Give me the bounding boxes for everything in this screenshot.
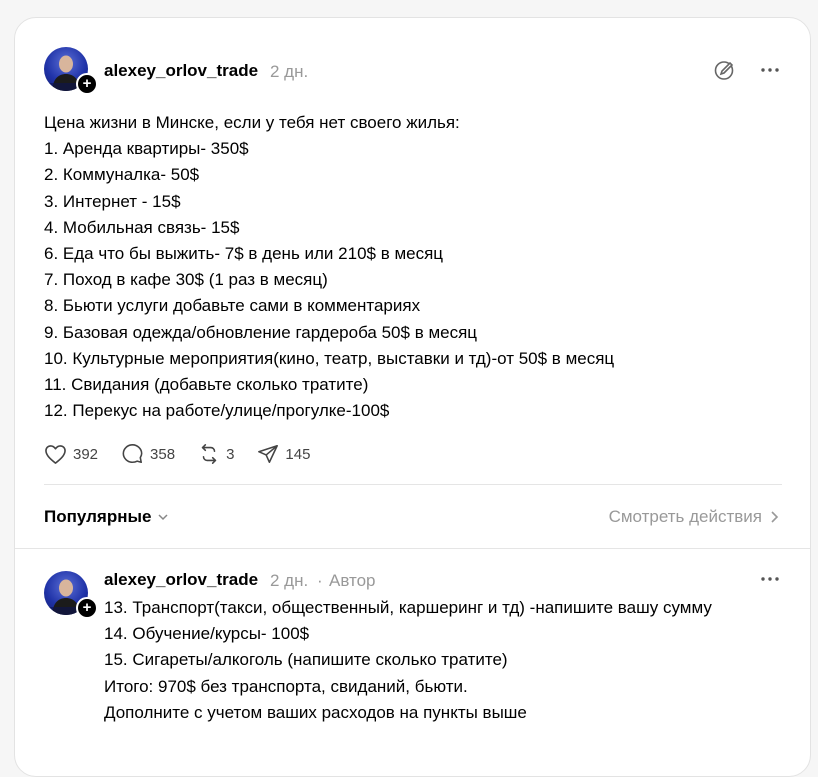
reply-time[interactable]: 2 дн. xyxy=(270,571,308,591)
view-activity-link[interactable]: Смотреть действия xyxy=(609,507,780,527)
send-icon xyxy=(258,444,279,464)
text-line: 14. Обучение/курсы- 100$ xyxy=(104,624,310,644)
text-line: 4. Мобильная связь- 15$ xyxy=(44,217,240,237)
view-activity-label: Смотреть действия xyxy=(608,507,762,526)
text-line: 3. Интернет - 15$ xyxy=(44,191,181,211)
section-separator xyxy=(15,548,810,549)
text-line: 1. Аренда квартиры- 350$ xyxy=(44,139,249,159)
reply-more-options-icon[interactable] xyxy=(760,569,780,594)
text-line: 6. Еда что бы выжить- 7$ в день или 210$… xyxy=(44,243,444,263)
sort-dropdown[interactable]: Популярные xyxy=(44,507,169,527)
post-username[interactable]: alexey_orlov_trade xyxy=(104,61,258,81)
share-button[interactable]: 145 xyxy=(257,443,310,465)
follow-plus-icon[interactable]: + xyxy=(76,73,98,95)
divider xyxy=(44,484,782,485)
sort-label: Популярные xyxy=(44,507,152,526)
repost-button[interactable]: 3 xyxy=(198,443,234,465)
reply-count: 358 xyxy=(150,445,176,463)
share-count: 145 xyxy=(285,445,311,463)
chevron-down-icon xyxy=(158,514,168,521)
text-line: 15. Сигареты/алкоголь (напишите сколько … xyxy=(104,650,508,670)
post-text: Цена жизни в Минске, если у тебя нет сво… xyxy=(44,110,614,424)
follow-plus-icon[interactable]: + xyxy=(76,597,98,619)
author-badge: Автор xyxy=(329,571,376,590)
repost-icon xyxy=(201,444,217,464)
text-line: 9. Базовая одежда/обновление гардероба 5… xyxy=(44,322,478,342)
repost-count: 3 xyxy=(226,445,235,463)
reply-button[interactable]: 358 xyxy=(121,443,175,465)
reply-avatar[interactable]: + xyxy=(44,571,98,619)
text-line: Дополните с учетом ваших расходов на пун… xyxy=(104,702,527,722)
text-line: 11. Свидания (добавьте сколько тратите) xyxy=(44,374,369,394)
avatar[interactable]: + xyxy=(44,47,98,95)
text-line: Итого: 970$ без транспорта, свиданий, бь… xyxy=(104,676,468,696)
post-actions: 392 358 3 145 xyxy=(44,443,333,465)
like-button[interactable]: 392 xyxy=(44,444,98,465)
edit-icon[interactable] xyxy=(713,58,737,87)
more-options-icon[interactable] xyxy=(760,60,780,85)
text-line: 7. Поход в кафе 30$ (1 раз в месяц) xyxy=(44,270,328,290)
comment-icon xyxy=(122,444,143,464)
thread-card: + alexey_orlov_trade 2 дн. Цена жизни в … xyxy=(14,17,811,777)
post-time[interactable]: 2 дн. xyxy=(270,62,308,82)
text-line: 8. Бьюти услуги добавьте сами в коммента… xyxy=(44,296,421,316)
meta-dot: · xyxy=(317,571,323,590)
text-line: 13. Транспорт(такси, общественный, карше… xyxy=(104,598,712,617)
reply-username[interactable]: alexey_orlov_trade xyxy=(104,570,258,590)
reply-text: 13. Транспорт(такси, общественный, карше… xyxy=(104,595,712,726)
text-line: 12. Перекус на работе/улице/прогулке-100… xyxy=(44,401,390,421)
chevron-right-icon xyxy=(771,511,779,523)
text-line: 2. Коммуналка- 50$ xyxy=(44,165,200,185)
like-count: 392 xyxy=(73,445,99,463)
heart-icon xyxy=(45,444,66,464)
text-line: Цена жизни в Минске, если у тебя нет сво… xyxy=(44,113,460,132)
text-line: 10. Культурные мероприятия(кино, театр, … xyxy=(44,348,615,368)
